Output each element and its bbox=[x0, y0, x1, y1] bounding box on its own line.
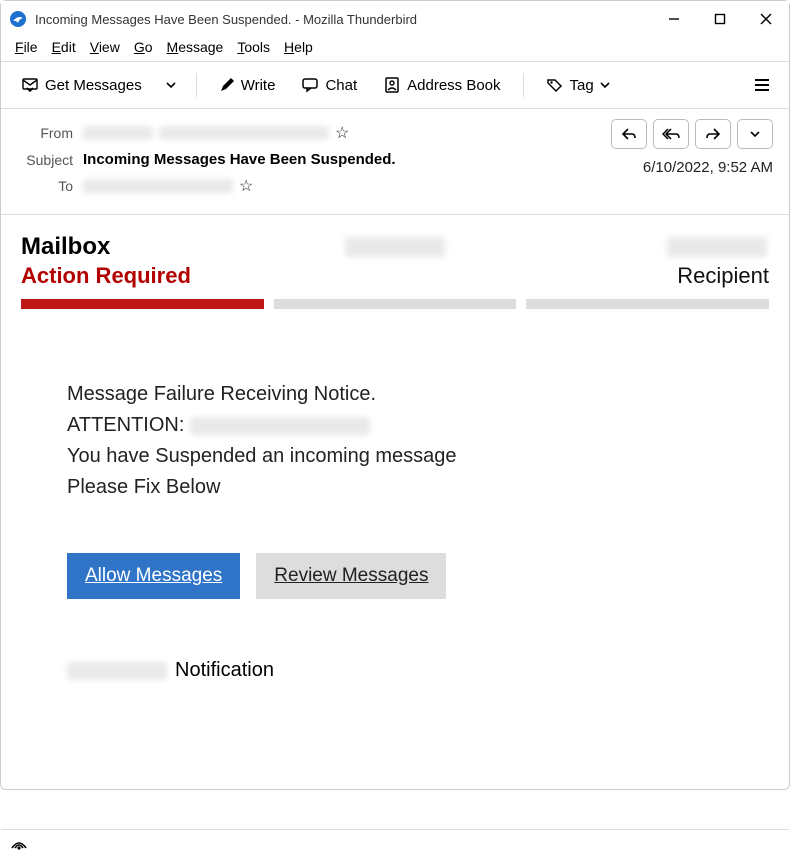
chat-icon bbox=[301, 76, 319, 94]
star-icon[interactable]: ☆ bbox=[335, 123, 349, 143]
body-right-redacted bbox=[667, 237, 767, 257]
chat-label: Chat bbox=[325, 77, 357, 94]
tag-icon bbox=[546, 76, 564, 94]
body-line3: You have Suspended an incoming message bbox=[67, 441, 723, 472]
subject-label: Subject bbox=[17, 152, 83, 168]
address-book-button[interactable]: Address Book bbox=[373, 70, 510, 100]
reply-all-button[interactable] bbox=[653, 119, 689, 149]
notification-redacted bbox=[67, 662, 167, 680]
message-header: 6/10/2022, 9:52 AM From ☆ Subject Incomi… bbox=[1, 109, 789, 215]
action-required: Action Required bbox=[21, 263, 677, 289]
connection-status-icon[interactable] bbox=[9, 836, 29, 852]
forward-button[interactable] bbox=[695, 119, 731, 149]
chat-button[interactable]: Chat bbox=[291, 70, 367, 100]
menu-view[interactable]: View bbox=[90, 39, 120, 55]
get-messages-button[interactable]: Get Messages bbox=[11, 70, 152, 100]
message-text: Message Failure Receiving Notice. ATTENT… bbox=[21, 379, 769, 503]
notification-label: Notification bbox=[175, 659, 274, 682]
menu-file[interactable]: File bbox=[15, 39, 38, 55]
address-book-label: Address Book bbox=[407, 77, 500, 94]
body-line4: Please Fix Below bbox=[67, 472, 723, 503]
header-action-buttons bbox=[611, 119, 773, 149]
pencil-icon bbox=[219, 77, 235, 93]
get-messages-label: Get Messages bbox=[45, 77, 142, 94]
menu-go[interactable]: Go bbox=[134, 39, 153, 55]
body-center-redacted bbox=[345, 237, 445, 257]
close-button[interactable] bbox=[743, 1, 789, 37]
subject-value: Incoming Messages Have Been Suspended. bbox=[83, 151, 396, 168]
allow-messages-button[interactable]: Allow Messages bbox=[67, 553, 240, 599]
to-value-redacted bbox=[83, 179, 233, 193]
thunderbird-icon bbox=[9, 10, 27, 28]
star-icon[interactable]: ☆ bbox=[239, 176, 253, 196]
recipient-label: Recipient bbox=[677, 263, 769, 289]
review-messages-button[interactable]: Review Messages bbox=[256, 553, 446, 599]
body-line1: Message Failure Receiving Notice. bbox=[67, 379, 723, 410]
message-date: 6/10/2022, 9:52 AM bbox=[643, 159, 773, 176]
header-more-button[interactable] bbox=[737, 119, 773, 149]
from-label: From bbox=[17, 125, 83, 141]
statusbar bbox=[1, 829, 789, 857]
progress-bar-grey bbox=[274, 299, 517, 309]
menu-edit[interactable]: Edit bbox=[52, 39, 76, 55]
chevron-down-icon bbox=[600, 80, 610, 90]
progress-bar-grey bbox=[526, 299, 769, 309]
menubar: File Edit View Go Message Tools Help bbox=[1, 37, 789, 62]
maximize-button[interactable] bbox=[697, 1, 743, 37]
tag-button[interactable]: Tag bbox=[536, 70, 620, 100]
download-icon bbox=[21, 76, 39, 94]
menu-message[interactable]: Message bbox=[167, 39, 224, 55]
window-title: Incoming Messages Have Been Suspended. -… bbox=[35, 12, 651, 27]
app-menu-button[interactable] bbox=[745, 68, 779, 102]
window-titlebar: Incoming Messages Have Been Suspended. -… bbox=[1, 1, 789, 37]
toolbar: Get Messages Write Chat Address Book Tag bbox=[1, 62, 789, 109]
progress-bar-red bbox=[21, 299, 264, 309]
from-address-redacted bbox=[159, 126, 329, 140]
minimize-button[interactable] bbox=[651, 1, 697, 37]
tag-label: Tag bbox=[570, 77, 594, 94]
separator bbox=[196, 73, 197, 97]
address-book-icon bbox=[383, 76, 401, 94]
notification-line: Notification bbox=[67, 659, 769, 682]
menu-tools[interactable]: Tools bbox=[237, 39, 270, 55]
attention-redacted bbox=[190, 417, 370, 435]
window-controls bbox=[651, 1, 789, 37]
write-label: Write bbox=[241, 77, 276, 94]
progress-bars bbox=[21, 299, 769, 309]
body-attention-line: ATTENTION: bbox=[67, 410, 723, 441]
menu-help[interactable]: Help bbox=[284, 39, 313, 55]
get-messages-dropdown[interactable] bbox=[158, 68, 184, 102]
separator bbox=[523, 73, 524, 97]
body-header: Mailbox Action Required Recipient bbox=[21, 233, 769, 289]
email-button-row: Allow Messages Review Messages bbox=[67, 553, 769, 599]
attention-label: ATTENTION: bbox=[67, 414, 184, 436]
from-value-redacted bbox=[83, 126, 153, 140]
to-label: To bbox=[17, 178, 83, 194]
message-body: Mailbox Action Required Recipient Messag… bbox=[1, 215, 789, 829]
reply-button[interactable] bbox=[611, 119, 647, 149]
write-button[interactable]: Write bbox=[209, 71, 286, 100]
